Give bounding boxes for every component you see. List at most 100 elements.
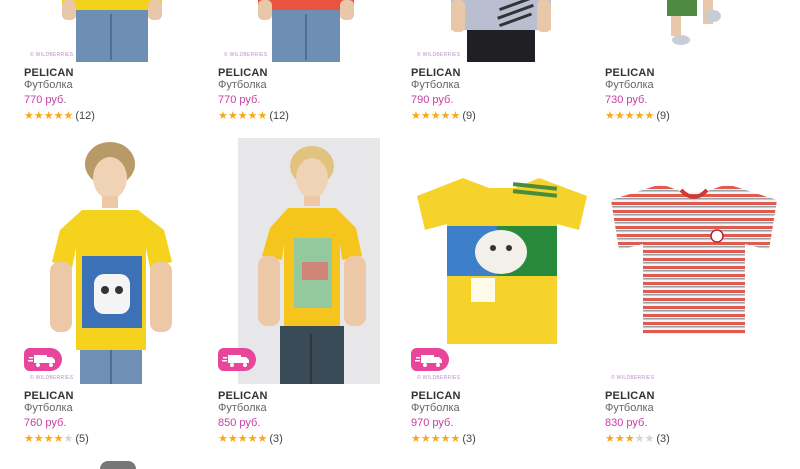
delivery-badge (411, 348, 449, 371)
product-brand[interactable]: PELICAN (218, 67, 268, 79)
product-brand[interactable]: PELICAN (24, 390, 74, 402)
product-type[interactable]: Футболка (24, 79, 73, 91)
product-price: 830 руб. (605, 417, 648, 429)
star-filled-icon: ★ (218, 110, 228, 122)
star-filled-icon: ★ (440, 433, 451, 445)
star-filled-icon: ★ (450, 433, 461, 445)
review-count[interactable]: (12) (75, 110, 95, 122)
star-filled-icon: ★ (237, 433, 248, 445)
product-type[interactable]: Футболка (605, 79, 654, 91)
star-filled-icon: ★ (440, 110, 451, 122)
product-price: 760 руб. (24, 417, 67, 429)
review-count[interactable]: (9) (462, 110, 475, 122)
product-price: 770 руб. (218, 94, 261, 106)
star-filled-icon: ★ (247, 433, 258, 445)
watermark: © WILDBERRIES (611, 375, 655, 381)
product-rating: ★★★★★ (12) (24, 110, 95, 122)
star-filled-icon: ★ (624, 433, 635, 445)
star-filled-icon: ★ (43, 110, 54, 122)
star-filled-icon: ★ (43, 433, 54, 445)
delivery-truck-icon (415, 355, 442, 367)
star-filled-icon: ★ (605, 433, 615, 445)
product-brand[interactable]: PELICAN (605, 390, 655, 402)
review-count[interactable]: (3) (656, 433, 669, 445)
star-empty-icon: ★ (644, 433, 655, 445)
rating-stars: ★★★★★ (218, 433, 267, 445)
watermark: © WILDBERRIES (30, 375, 74, 381)
product-image[interactable] (605, 0, 783, 62)
product-type[interactable]: Футболка (218, 402, 267, 414)
product-brand[interactable]: PELICAN (24, 67, 74, 79)
product-type[interactable]: Футболка (218, 79, 267, 91)
watermark: © WILDBERRIES (417, 375, 461, 381)
star-filled-icon: ★ (257, 433, 268, 445)
star-filled-icon: ★ (430, 110, 441, 122)
rating-stars: ★★★★★ (411, 110, 460, 122)
product-type[interactable]: Футболка (605, 402, 654, 414)
product-price: 850 руб. (218, 417, 261, 429)
star-filled-icon: ★ (24, 433, 34, 445)
review-count[interactable]: (9) (656, 110, 669, 122)
delivery-truck-icon (222, 355, 249, 367)
star-filled-icon: ★ (420, 433, 431, 445)
star-filled-icon: ★ (33, 110, 44, 122)
product-image[interactable] (605, 138, 783, 384)
star-filled-icon: ★ (218, 433, 228, 445)
watermark: © WILDBERRIES (30, 52, 74, 58)
rating-stars: ★★★★★ (24, 433, 73, 445)
product-brand[interactable]: PELICAN (411, 390, 461, 402)
star-filled-icon: ★ (227, 110, 238, 122)
star-filled-icon: ★ (614, 433, 625, 445)
product-brand[interactable]: PELICAN (218, 390, 268, 402)
review-count[interactable]: (5) (75, 433, 88, 445)
product-rating: ★★★★★ (9) (605, 110, 670, 122)
rating-stars: ★★★★★ (24, 110, 73, 122)
product-rating: ★★★★★ (3) (218, 433, 283, 445)
product-price: 790 руб. (411, 94, 454, 106)
star-filled-icon: ★ (624, 110, 635, 122)
rating-stars: ★★★★★ (605, 110, 654, 122)
delivery-badge (24, 348, 62, 371)
product-type[interactable]: Футболка (24, 402, 73, 414)
rating-stars: ★★★★★ (411, 433, 460, 445)
next-row-image-edge (100, 461, 136, 469)
star-filled-icon: ★ (24, 110, 34, 122)
star-filled-icon: ★ (247, 110, 258, 122)
product-rating: ★★★★★ (3) (411, 433, 476, 445)
star-filled-icon: ★ (237, 110, 248, 122)
product-brand[interactable]: PELICAN (411, 67, 461, 79)
star-filled-icon: ★ (420, 110, 431, 122)
star-filled-icon: ★ (53, 433, 64, 445)
rating-stars: ★★★★★ (605, 433, 654, 445)
product-type[interactable]: Футболка (411, 402, 460, 414)
product-rating: ★★★★★ (3) (605, 433, 670, 445)
tshirt-photo-top-4-icon (667, 0, 721, 45)
star-filled-icon: ★ (33, 433, 44, 445)
star-filled-icon: ★ (430, 433, 441, 445)
star-filled-icon: ★ (614, 110, 625, 122)
watermark: © WILDBERRIES (417, 52, 461, 58)
star-filled-icon: ★ (53, 110, 64, 122)
delivery-badge (218, 348, 256, 371)
product-rating: ★★★★★ (9) (411, 110, 476, 122)
product-price: 730 руб. (605, 94, 648, 106)
star-filled-icon: ★ (411, 433, 421, 445)
rating-stars: ★★★★★ (218, 110, 267, 122)
star-empty-icon: ★ (63, 433, 74, 445)
review-count[interactable]: (3) (462, 433, 475, 445)
review-count[interactable]: (3) (269, 433, 282, 445)
star-filled-icon: ★ (257, 110, 268, 122)
star-filled-icon: ★ (605, 110, 615, 122)
star-empty-icon: ★ (634, 433, 645, 445)
product-price: 770 руб. (24, 94, 67, 106)
delivery-truck-icon (28, 355, 55, 367)
star-filled-icon: ★ (411, 110, 421, 122)
product-type[interactable]: Футболка (411, 79, 460, 91)
product-rating: ★★★★★ (12) (218, 110, 289, 122)
product-brand[interactable]: PELICAN (605, 67, 655, 79)
product-price: 970 руб. (411, 417, 454, 429)
star-filled-icon: ★ (634, 110, 645, 122)
star-filled-icon: ★ (644, 110, 655, 122)
review-count[interactable]: (12) (269, 110, 289, 122)
star-filled-icon: ★ (450, 110, 461, 122)
